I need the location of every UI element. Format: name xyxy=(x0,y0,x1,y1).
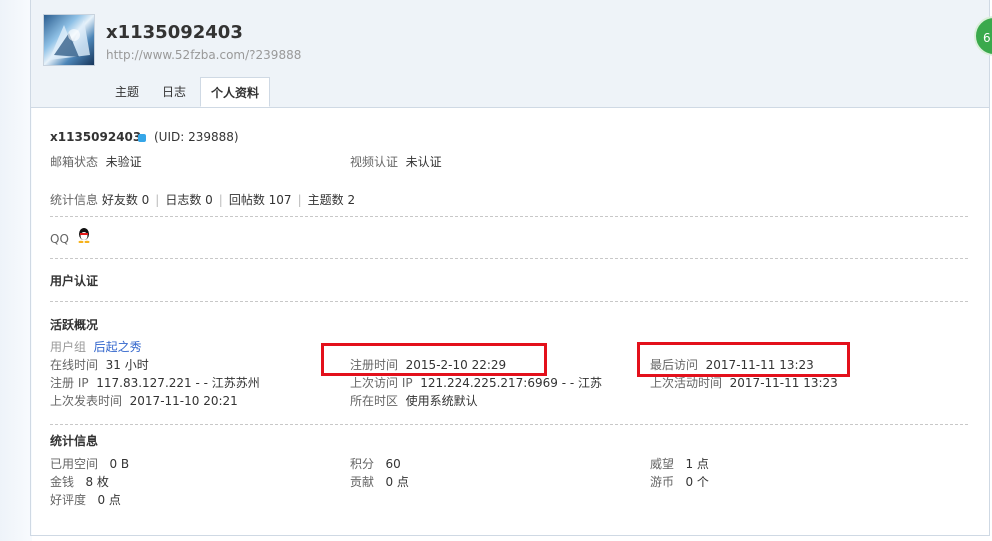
last-ip: 上次访问 IP 121.224.225.217:6969 - - 江苏 xyxy=(350,376,602,390)
email-status: 邮箱状态 未验证 xyxy=(50,155,142,169)
stat-replies[interactable]: 回帖数 107 xyxy=(229,193,292,207)
divider xyxy=(50,424,968,425)
qq-label: QQ xyxy=(50,232,69,246)
stat-topics[interactable]: 主题数 2 xyxy=(308,193,355,207)
points: 积分 60 xyxy=(350,457,401,471)
section-user-auth: 用户认证 xyxy=(50,274,99,288)
timezone: 所在时区 使用系统默认 xyxy=(350,394,478,408)
prestige: 威望 1 点 xyxy=(650,457,709,471)
page-background xyxy=(0,0,32,541)
verified-icon xyxy=(138,134,146,142)
contribution: 贡献 0 点 xyxy=(350,475,409,489)
tab-topics[interactable]: 主题 xyxy=(106,77,148,107)
online-time: 在线时间 31 小时 xyxy=(50,358,149,372)
section-activity: 活跃概况 xyxy=(50,318,99,332)
divider xyxy=(50,216,968,217)
stats-summary: 统计信息 好友数 0 | 日志数 0 | 回帖数 107 | 主题数 2 xyxy=(50,193,356,207)
rating: 好评度 0 点 xyxy=(50,493,121,507)
space-url[interactable]: http://www.52fzba.com/?239888 xyxy=(106,48,301,62)
divider xyxy=(50,258,968,259)
profile-content xyxy=(30,108,990,536)
tab-blog[interactable]: 日志 xyxy=(152,77,196,107)
divider xyxy=(50,301,968,302)
avatar[interactable] xyxy=(43,14,95,66)
register-ip: 注册 IP 117.83.127.221 - - 江苏苏州 xyxy=(50,376,260,390)
header-username: x1135092403 xyxy=(106,22,243,43)
user-group-link[interactable]: 后起之秀 xyxy=(94,340,142,354)
section-statistics: 统计信息 xyxy=(50,434,99,448)
stat-blogs[interactable]: 日志数 0 xyxy=(165,193,212,207)
used-space: 已用空间 0 B xyxy=(50,457,130,471)
highlight-box-last-visit xyxy=(637,342,850,377)
video-auth: 视频认证 未认证 xyxy=(350,155,442,169)
profile-name: x1135092403 xyxy=(50,130,142,144)
user-group: 用户组 后起之秀 xyxy=(50,340,142,354)
stat-friends[interactable]: 好友数 0 xyxy=(102,193,149,207)
highlight-box-register-time xyxy=(321,343,547,376)
money: 金钱 8 枚 xyxy=(50,475,109,489)
game-coins: 游币 0 个 xyxy=(650,475,709,489)
last-post-time: 上次发表时间 2017-11-10 20:21 xyxy=(50,394,238,408)
qq-penguin-icon[interactable] xyxy=(77,227,91,244)
avatar-image-icon xyxy=(49,20,90,60)
profile-uid: (UID: 239888) xyxy=(154,130,239,144)
tab-profile[interactable]: 个人资料 xyxy=(200,77,270,107)
